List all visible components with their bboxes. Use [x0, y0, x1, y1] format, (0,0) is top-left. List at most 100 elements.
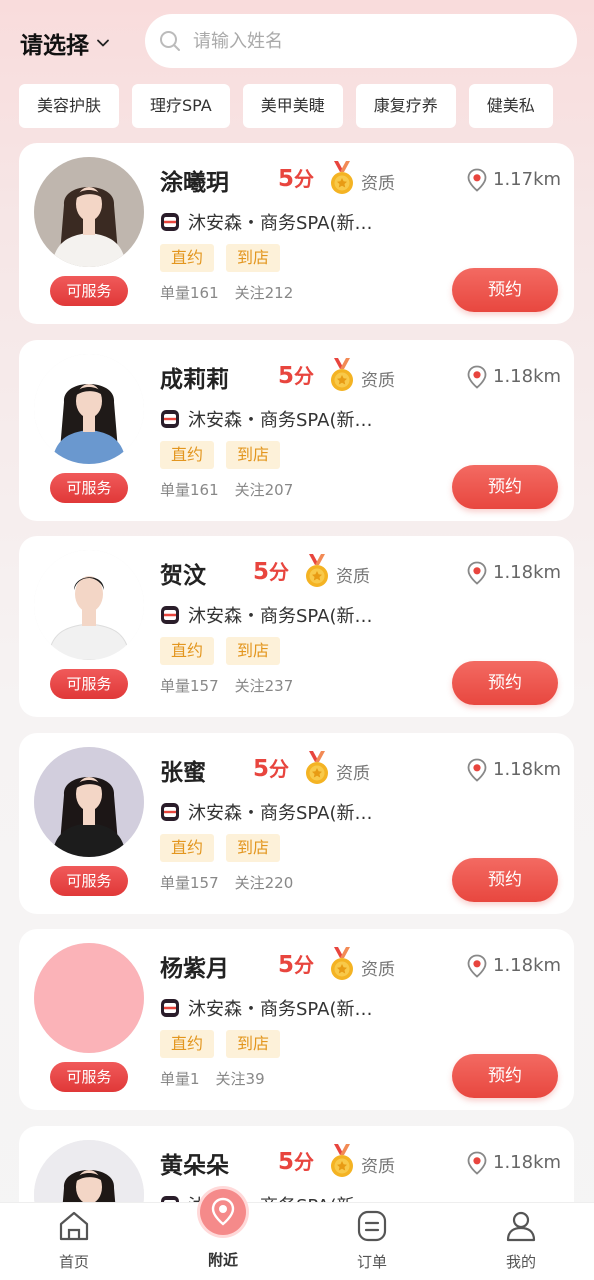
shop-name: 沐安森・商务SPA(新… [188, 409, 373, 431]
shop-icon [161, 409, 179, 428]
follow-count: 关注220 [234, 873, 294, 892]
therapist-name: 黄朵朵 [160, 1152, 229, 1179]
follow-count: 关注39 [215, 1070, 265, 1088]
rating-score: 5分 [278, 360, 314, 389]
qualification-link[interactable]: 资质 [361, 366, 395, 391]
shop-info[interactable]: 沐安森・商务SPA(新… [160, 799, 372, 825]
rating-score: 5分 [253, 556, 289, 585]
shop-info[interactable]: 沐安森・商务SPA(新… [160, 602, 372, 628]
city-selector[interactable]: 请选择 [20, 26, 111, 60]
rating-value: 5 [278, 1148, 295, 1175]
avatar[interactable] [34, 746, 144, 857]
search-bar[interactable] [145, 14, 577, 68]
category-chip[interactable]: 美甲美睫 [242, 84, 343, 128]
service-tag: 直约 [160, 440, 215, 469]
book-button[interactable]: 预约 [452, 661, 558, 705]
shop-icon [161, 802, 179, 821]
medal-icon [306, 750, 328, 784]
service-tags: 直约到店 [160, 244, 281, 272]
location-pin-icon [467, 168, 487, 192]
qualification-link[interactable]: 资质 [336, 759, 370, 784]
category-chip[interactable]: 理疗SPA [132, 84, 230, 128]
tab-profile[interactable]: 我的 [471, 1203, 571, 1280]
follow-count: 关注237 [234, 677, 294, 695]
avatar[interactable] [34, 353, 144, 464]
header: 请选择 [0, 14, 594, 70]
therapist-name: 贺汶 [160, 563, 206, 589]
shop-info[interactable]: 沐安森・商务SPA(新… [160, 406, 372, 432]
shop-info[interactable]: 沐安森・商务SPA(新… [160, 209, 372, 235]
bottom-tabbar: 首页 附近 订单 我的 [0, 1189, 594, 1280]
status-badge: 可服务 [50, 1062, 128, 1092]
service-tag: 直约 [160, 833, 215, 862]
shop-icon [161, 999, 179, 1017]
rating-score: 5分 [278, 949, 314, 978]
rating-value: 5 [253, 755, 270, 782]
location-pin-icon [467, 561, 487, 585]
search-input[interactable] [193, 30, 533, 52]
service-tag: 到店 [226, 833, 281, 862]
therapist-card[interactable]: 可服务 贺汶 5分 资质 1.18km 沐安森・商务SPA(新… 直约 到店 单量157 关注23… [19, 536, 574, 717]
qualification-link[interactable]: 资质 [361, 169, 395, 194]
therapist-card[interactable]: 可服务 张蜜 5分 资质 1.18km 沐安森・商务SPA(新… 直约 到店 单量157 关注22… [19, 732, 574, 914]
avatar[interactable] [34, 943, 144, 1053]
order-count: 单量161 [160, 284, 219, 302]
shop-name: 沐安森・商务SPA(新… [188, 999, 373, 1020]
therapist-list: 可服务 涂曦玥 5分 资质 1.17km 沐安森・商务SPA(新… 直约 到店 单量161 关注2… [19, 143, 574, 1280]
nearby-icon [211, 1197, 235, 1226]
tab-orders[interactable]: 订单 [322, 1203, 422, 1280]
book-button[interactable]: 预约 [452, 1054, 558, 1098]
shop-info[interactable]: 沐安森・商务SPA(新… [160, 995, 372, 1021]
service-tag: 到店 [226, 244, 281, 272]
therapist-card[interactable]: 可服务 成莉莉 5分 资质 1.18km 沐安森・商务SPA(新… 直约 到店 单量161 关注2… [19, 339, 574, 521]
avatar[interactable] [34, 550, 144, 660]
therapist-name: 杨紫月 [160, 956, 229, 982]
qualification-link[interactable]: 资质 [336, 562, 370, 587]
order-count: 单量1 [160, 1070, 200, 1088]
rating-value: 5 [253, 559, 270, 585]
follow-count: 关注212 [234, 284, 294, 302]
distance: 1.18km [493, 562, 562, 583]
rating-unit: 分 [294, 167, 315, 191]
service-tag: 到店 [226, 440, 281, 469]
rating-value: 5 [278, 166, 295, 192]
status-badge: 可服务 [50, 669, 128, 699]
status-badge: 可服务 [50, 276, 128, 306]
rating-unit: 分 [294, 363, 315, 388]
qualification-link[interactable]: 资质 [361, 955, 395, 980]
tab-home[interactable]: 首页 [24, 1203, 124, 1280]
tab-nearby-label: 附近 [207, 1251, 238, 1269]
book-button[interactable]: 预约 [452, 268, 558, 312]
shop-icon [161, 213, 179, 231]
service-tag: 直约 [160, 244, 215, 272]
category-chip[interactable]: 健美私 [468, 84, 553, 128]
rating-unit: 分 [294, 953, 315, 977]
category-chip[interactable]: 美容护肤 [19, 84, 120, 128]
category-bar: 美容护肤 理疗SPA 美甲美睫 康复疗养 健美私 [19, 84, 575, 128]
category-chip[interactable]: 康复疗养 [355, 84, 456, 128]
therapist-card[interactable]: 可服务 涂曦玥 5分 资质 1.17km 沐安森・商务SPA(新… 直约 到店 单量161 关注2… [19, 143, 574, 324]
service-tag: 直约 [160, 637, 215, 665]
city-label: 请选择 [20, 33, 89, 59]
medal-icon [331, 357, 353, 391]
shop-name: 沐安森・商务SPA(新… [188, 606, 373, 627]
service-tags: 直约到店 [160, 440, 281, 469]
rating-unit: 分 [294, 1149, 315, 1174]
medal-icon [331, 947, 353, 980]
therapist-card[interactable]: 可服务 杨紫月 5分 资质 1.18km 沐安森・商务SPA(新… 直约 到店 单量1 关注39 预… [19, 929, 574, 1110]
therapist-name: 张蜜 [160, 759, 206, 786]
search-icon [160, 31, 180, 51]
tab-nearby[interactable]: 附近 [173, 1189, 273, 1280]
avatar[interactable] [34, 157, 144, 267]
order-count: 单量157 [160, 677, 219, 695]
rating-score: 5分 [253, 753, 289, 782]
stats: 单量161 关注212 [160, 282, 293, 303]
qualification-link[interactable]: 资质 [361, 1152, 395, 1177]
medal-icon [331, 161, 353, 194]
service-tag: 到店 [226, 637, 281, 665]
book-button[interactable]: 预约 [452, 464, 558, 509]
rating-value: 5 [278, 362, 295, 389]
profile-icon [506, 1211, 536, 1242]
book-button[interactable]: 预约 [452, 857, 558, 902]
tab-orders-label: 订单 [356, 1253, 387, 1271]
